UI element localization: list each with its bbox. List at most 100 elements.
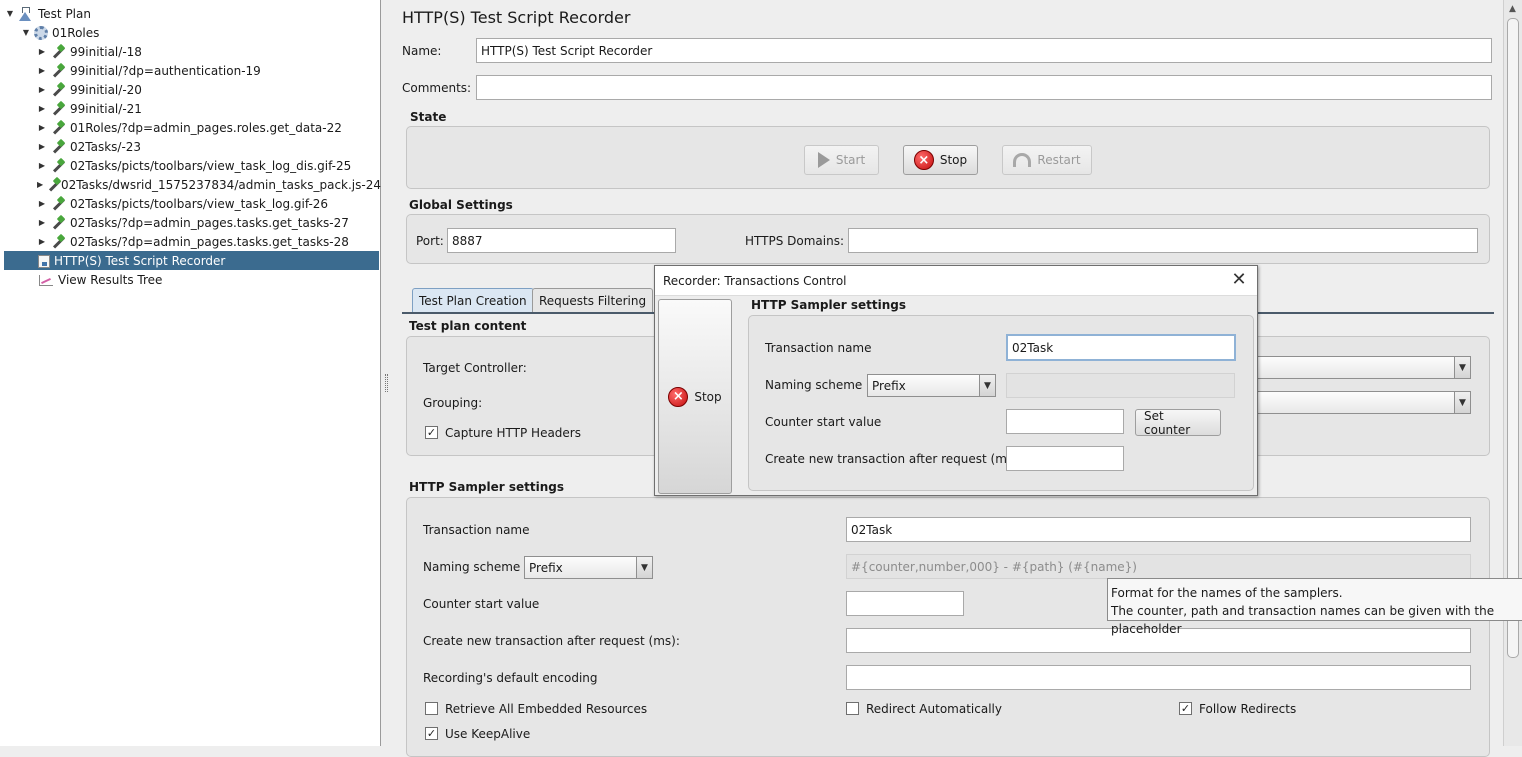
tree-node-sampler[interactable]: ▶ 02Tasks/?dp=admin_pages.tasks.get_task… xyxy=(36,232,349,251)
create-transaction-label: Create new transaction after request (ms… xyxy=(423,634,680,648)
tree-node-label: 02Tasks/?dp=admin_pages.tasks.get_tasks-… xyxy=(70,234,349,249)
dialog-naming-scheme-value: Prefix xyxy=(872,378,906,393)
restart-button-label: Restart xyxy=(1037,153,1081,167)
grouping-select[interactable]: ▼ xyxy=(1250,391,1471,414)
dialog-stop-label: Stop xyxy=(694,389,722,404)
start-button[interactable]: Start xyxy=(804,145,879,175)
comments-label: Comments: xyxy=(402,81,472,95)
expand-toggle-icon[interactable]: ▶ xyxy=(36,142,48,151)
expand-toggle-icon[interactable]: ▶ xyxy=(36,161,48,170)
capture-headers-label: Capture HTTP Headers xyxy=(445,426,581,440)
tree-node-label: 99initial/?dp=authentication-19 xyxy=(70,63,261,78)
dialog-stop-button[interactable]: × Stop xyxy=(658,299,732,494)
counter-start-label: Counter start value xyxy=(423,597,540,611)
tree-node-label: 02Tasks/picts/toolbars/view_task_log.gif… xyxy=(70,196,329,211)
test-plan-tree[interactable]: ▼ Test Plan ▼ 01Roles ▶ 99initial/-18 ▶ … xyxy=(0,0,381,746)
expand-toggle-icon[interactable]: ▶ xyxy=(36,180,44,189)
tree-node-test-plan[interactable]: ▼ Test Plan xyxy=(4,4,91,23)
expand-toggle-icon[interactable]: ▶ xyxy=(36,123,48,132)
tree-node-sampler[interactable]: ▶ 99initial/-20 xyxy=(36,80,142,99)
expand-toggle-icon[interactable]: ▶ xyxy=(36,47,48,56)
tree-node-recorder[interactable]: HTTP(S) Test Script Recorder xyxy=(4,251,379,270)
test-plan-icon xyxy=(18,6,34,22)
close-icon[interactable]: ✕ xyxy=(1229,270,1249,290)
port-field[interactable] xyxy=(447,228,676,253)
tree-node-sampler[interactable]: ▶ 02Tasks/picts/toolbars/view_task_log_d… xyxy=(36,156,351,175)
splitter-grip-icon[interactable] xyxy=(385,374,388,392)
keepalive-checkbox[interactable]: ✓ xyxy=(425,727,438,740)
dialog-naming-scheme-select[interactable]: Prefix ▼ xyxy=(867,374,996,397)
https-domains-label: HTTPS Domains: xyxy=(745,234,844,248)
tree-node-label: 01Roles xyxy=(52,25,100,40)
transaction-name-field[interactable] xyxy=(846,517,1471,542)
expand-toggle-icon[interactable]: ▶ xyxy=(36,104,48,113)
expand-toggle-icon[interactable]: ▶ xyxy=(36,218,48,227)
chevron-down-icon: ▼ xyxy=(979,375,995,396)
dialog-counter-start-label: Counter start value xyxy=(765,415,882,429)
follow-redirects-checkbox[interactable]: ✓ xyxy=(1179,702,1192,715)
naming-format-field[interactable] xyxy=(846,554,1471,579)
stop-button[interactable]: × Stop xyxy=(903,145,978,175)
global-settings-title: Global Settings xyxy=(409,198,513,212)
tree-node-label: 99initial/-21 xyxy=(70,101,142,116)
tree-node-sampler[interactable]: ▶ 02Tasks/dwsrid_1575237834/admin_tasks_… xyxy=(36,175,381,194)
stop-button-label: Stop xyxy=(939,153,968,167)
default-encoding-field[interactable] xyxy=(846,665,1471,690)
tree-node-sampler[interactable]: ▶ 01Roles/?dp=admin_pages.roles.get_data… xyxy=(36,118,342,137)
tree-node-sampler[interactable]: ▶ 99initial/-18 xyxy=(36,42,142,61)
retrieve-resources-checkbox[interactable] xyxy=(425,702,438,715)
scrollbar-thumb[interactable] xyxy=(1507,18,1519,658)
tree-node-results-tree[interactable]: View Results Tree xyxy=(36,270,162,289)
expand-toggle-icon[interactable]: ▶ xyxy=(36,66,48,75)
expand-toggle-icon[interactable]: ▶ xyxy=(36,85,48,94)
set-counter-button[interactable]: Set counter xyxy=(1135,409,1221,437)
expand-toggle-icon[interactable]: ▼ xyxy=(4,9,16,18)
redirect-automatically-label: Redirect Automatically xyxy=(866,702,1002,716)
tree-node-label: 01Roles/?dp=admin_pages.roles.get_data-2… xyxy=(70,120,342,135)
scroll-up-icon[interactable]: ▲ xyxy=(1509,4,1516,14)
stop-icon: × xyxy=(668,386,689,407)
redirect-automatically-checkbox[interactable] xyxy=(846,702,859,715)
tooltip-line: Format for the names of the samplers. xyxy=(1111,586,1343,600)
start-button-label: Start xyxy=(835,153,866,167)
name-field[interactable] xyxy=(476,38,1492,63)
http-sampler-icon xyxy=(50,63,66,79)
dialog-create-transaction-field[interactable] xyxy=(1006,446,1124,471)
transactions-control-dialog: Recorder: Transactions Control ✕ × Stop … xyxy=(654,265,1258,496)
comments-field[interactable] xyxy=(476,75,1492,100)
tab-requests-filtering[interactable]: Requests Filtering xyxy=(532,288,654,312)
dialog-counter-start-field[interactable] xyxy=(1006,409,1124,434)
tree-node-sampler[interactable]: ▶ 99initial/?dp=authentication-19 xyxy=(36,61,261,80)
dialog-transaction-name-field[interactable] xyxy=(1006,334,1236,361)
keepalive-label: Use KeepAlive xyxy=(445,727,531,741)
tree-node-thread-group[interactable]: ▼ 01Roles xyxy=(20,23,99,42)
naming-scheme-select[interactable]: Prefix ▼ xyxy=(524,556,653,579)
tree-node-sampler[interactable]: ▶ 02Tasks/picts/toolbars/view_task_log.g… xyxy=(36,194,328,213)
dialog-transaction-name-label: Transaction name xyxy=(765,341,872,355)
tree-node-sampler[interactable]: ▶ 02Tasks/?dp=admin_pages.tasks.get_task… xyxy=(36,213,349,232)
capture-headers-checkbox[interactable]: ✓ xyxy=(425,426,438,439)
follow-redirects-label: Follow Redirects xyxy=(1199,702,1297,716)
play-icon xyxy=(817,152,830,168)
expand-toggle-icon[interactable]: ▶ xyxy=(36,237,48,246)
tree-node-label: Test Plan xyxy=(38,6,91,21)
port-label: Port: xyxy=(416,234,444,248)
restart-button[interactable]: Restart xyxy=(1002,145,1092,175)
grouping-label: Grouping: xyxy=(423,396,483,410)
tree-node-sampler[interactable]: ▶ 99initial/-21 xyxy=(36,99,142,118)
counter-start-field[interactable] xyxy=(846,591,964,616)
http-sampler-icon xyxy=(46,177,57,193)
https-domains-field[interactable] xyxy=(848,228,1478,253)
results-tree-icon xyxy=(38,272,54,288)
tab-test-plan-creation[interactable]: Test Plan Creation xyxy=(412,288,534,312)
panel-splitter[interactable] xyxy=(384,0,392,746)
expand-toggle-icon[interactable]: ▼ xyxy=(20,28,32,37)
dialog-titlebar[interactable]: Recorder: Transactions Control ✕ xyxy=(655,266,1257,296)
http-sampler-icon xyxy=(50,215,66,231)
tooltip-line: The counter, path and transaction names … xyxy=(1111,604,1495,636)
target-controller-select[interactable]: ▼ xyxy=(1250,356,1471,379)
http-sampler-icon xyxy=(50,196,66,212)
expand-toggle-icon[interactable]: ▶ xyxy=(36,199,48,208)
http-sampler-icon xyxy=(50,158,66,174)
tree-node-sampler[interactable]: ▶ 02Tasks/-23 xyxy=(36,137,141,156)
